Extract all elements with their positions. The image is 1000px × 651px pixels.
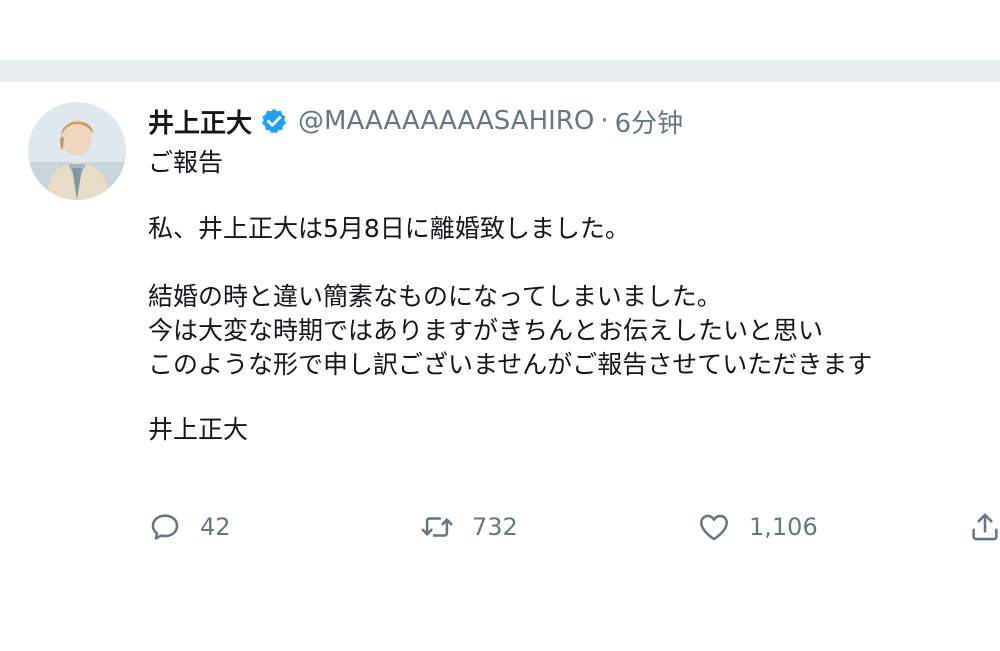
reply-count: 42 <box>200 513 231 541</box>
user-handle[interactable]: @MAAAAAAAASAHIRO <box>298 106 594 136</box>
top-blank-area <box>0 0 1000 60</box>
avatar[interactable] <box>28 102 126 200</box>
reply-button[interactable]: 42 <box>148 502 231 552</box>
header-separator: · <box>600 106 609 136</box>
verified-badge-icon <box>261 108 287 134</box>
reply-icon <box>151 514 179 540</box>
share-button[interactable] <box>968 502 1000 552</box>
retweet-button[interactable]: 732 <box>420 502 518 552</box>
heart-icon <box>699 514 729 541</box>
tweet-header: 井上正大 @MAAAAAAAASAHIRO · 6分钟 <box>148 103 684 140</box>
avatar-photo <box>28 102 126 200</box>
tweet-timestamp[interactable]: 6分钟 <box>615 103 684 140</box>
like-button[interactable]: 1,106 <box>697 502 818 552</box>
tweet-line: このような形で申し訳ございませんがご報告させていただきます <box>148 350 873 379</box>
display-name[interactable]: 井上正大 <box>148 103 252 140</box>
share-icon <box>972 513 998 541</box>
like-count: 1,106 <box>749 513 818 541</box>
retweet-icon <box>421 517 453 537</box>
tweet-line: 私、井上正大は5月8日に離婚致しました。 <box>148 214 630 243</box>
timeline-divider <box>0 60 1000 82</box>
tweet-actions: 42 732 1,106 <box>0 502 1000 552</box>
tweet-body: ご報告 私、井上正大は5月8日に離婚致しました。 結婚の時と違い簡素なものになっ… <box>148 146 1000 447</box>
tweet-line: ご報告 <box>148 148 224 177</box>
tweet-card[interactable]: 井上正大 @MAAAAAAAASAHIRO · 6分钟 ご報告 私、井上正大は5… <box>0 82 1000 651</box>
tweet-line: 今は大変な時期ではありますがきちんとお伝えしたいと思い <box>148 316 824 345</box>
tweet-line: 井上正大 <box>148 415 249 444</box>
retweet-count: 732 <box>472 513 518 541</box>
tweet-line: 結婚の時と違い簡素なものになってしまいました。 <box>148 282 722 311</box>
